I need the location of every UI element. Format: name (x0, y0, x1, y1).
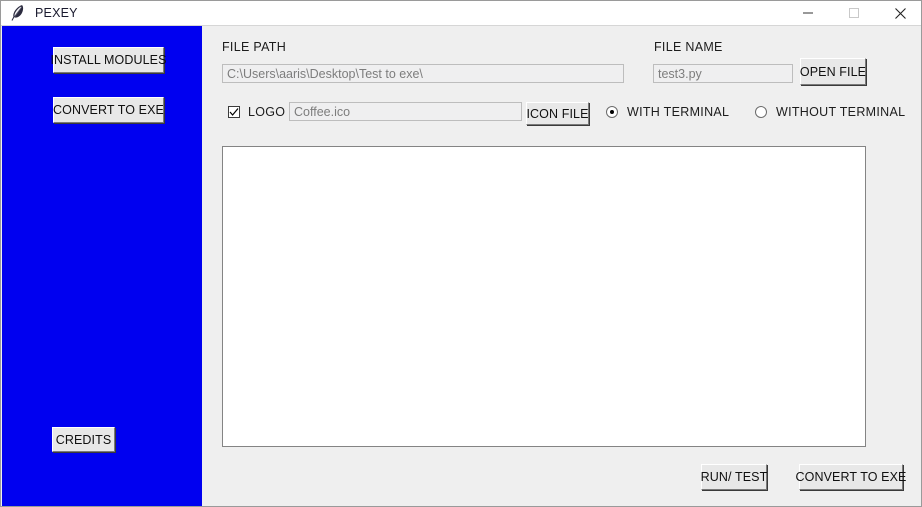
without-terminal-radio-row[interactable]: WITHOUT TERMINAL (755, 103, 905, 121)
feather-icon (11, 5, 24, 21)
main-panel: FILE PATH FILE NAME C:\Users\aaris\Deskt… (202, 26, 921, 506)
window-title: PEXEY (35, 6, 78, 20)
convert-to-exe-button[interactable]: CONVERT TO EXE (796, 464, 906, 490)
sidebar: INSTALL MODULES CONVERT TO EXE CREDITS (2, 26, 202, 506)
close-button[interactable] (877, 1, 921, 25)
credits-button[interactable]: CREDITS (52, 427, 115, 452)
checkmark-icon (229, 107, 239, 116)
sidebar-convert-to-exe-button[interactable]: CONVERT TO EXE (53, 97, 164, 123)
file-name-label: FILE NAME (654, 40, 723, 54)
maximize-button[interactable] (831, 1, 877, 25)
without-terminal-radio[interactable] (755, 106, 767, 118)
logo-label: LOGO (248, 104, 286, 119)
with-terminal-label: WITH TERMINAL (627, 105, 730, 119)
with-terminal-radio[interactable] (606, 106, 618, 118)
run-test-button[interactable]: RUN/ TEST (701, 464, 767, 490)
title-bar: PEXEY (1, 1, 921, 26)
logo-checkbox[interactable] (228, 105, 240, 118)
file-name-input[interactable]: test3.py (653, 64, 793, 83)
output-text-area[interactable] (222, 146, 866, 447)
minimize-button[interactable] (785, 1, 831, 25)
open-file-button[interactable]: OPEN FILE (800, 58, 866, 85)
file-path-label: FILE PATH (222, 40, 287, 54)
application-window: PEXEY INSTALL MODULES CONVERT TO EXE CRE… (0, 0, 922, 507)
with-terminal-radio-row[interactable]: WITH TERMINAL (606, 103, 729, 121)
icon-file-button[interactable]: ICON FILE (526, 102, 589, 125)
file-path-input[interactable]: C:\Users\aaris\Desktop\Test to exe\ (222, 64, 624, 83)
install-modules-button[interactable]: INSTALL MODULES (50, 47, 166, 73)
without-terminal-label: WITHOUT TERMINAL (776, 105, 906, 119)
icon-file-input[interactable]: Coffee.ico (289, 102, 522, 121)
logo-checkbox-row[interactable]: LOGO (228, 102, 285, 121)
